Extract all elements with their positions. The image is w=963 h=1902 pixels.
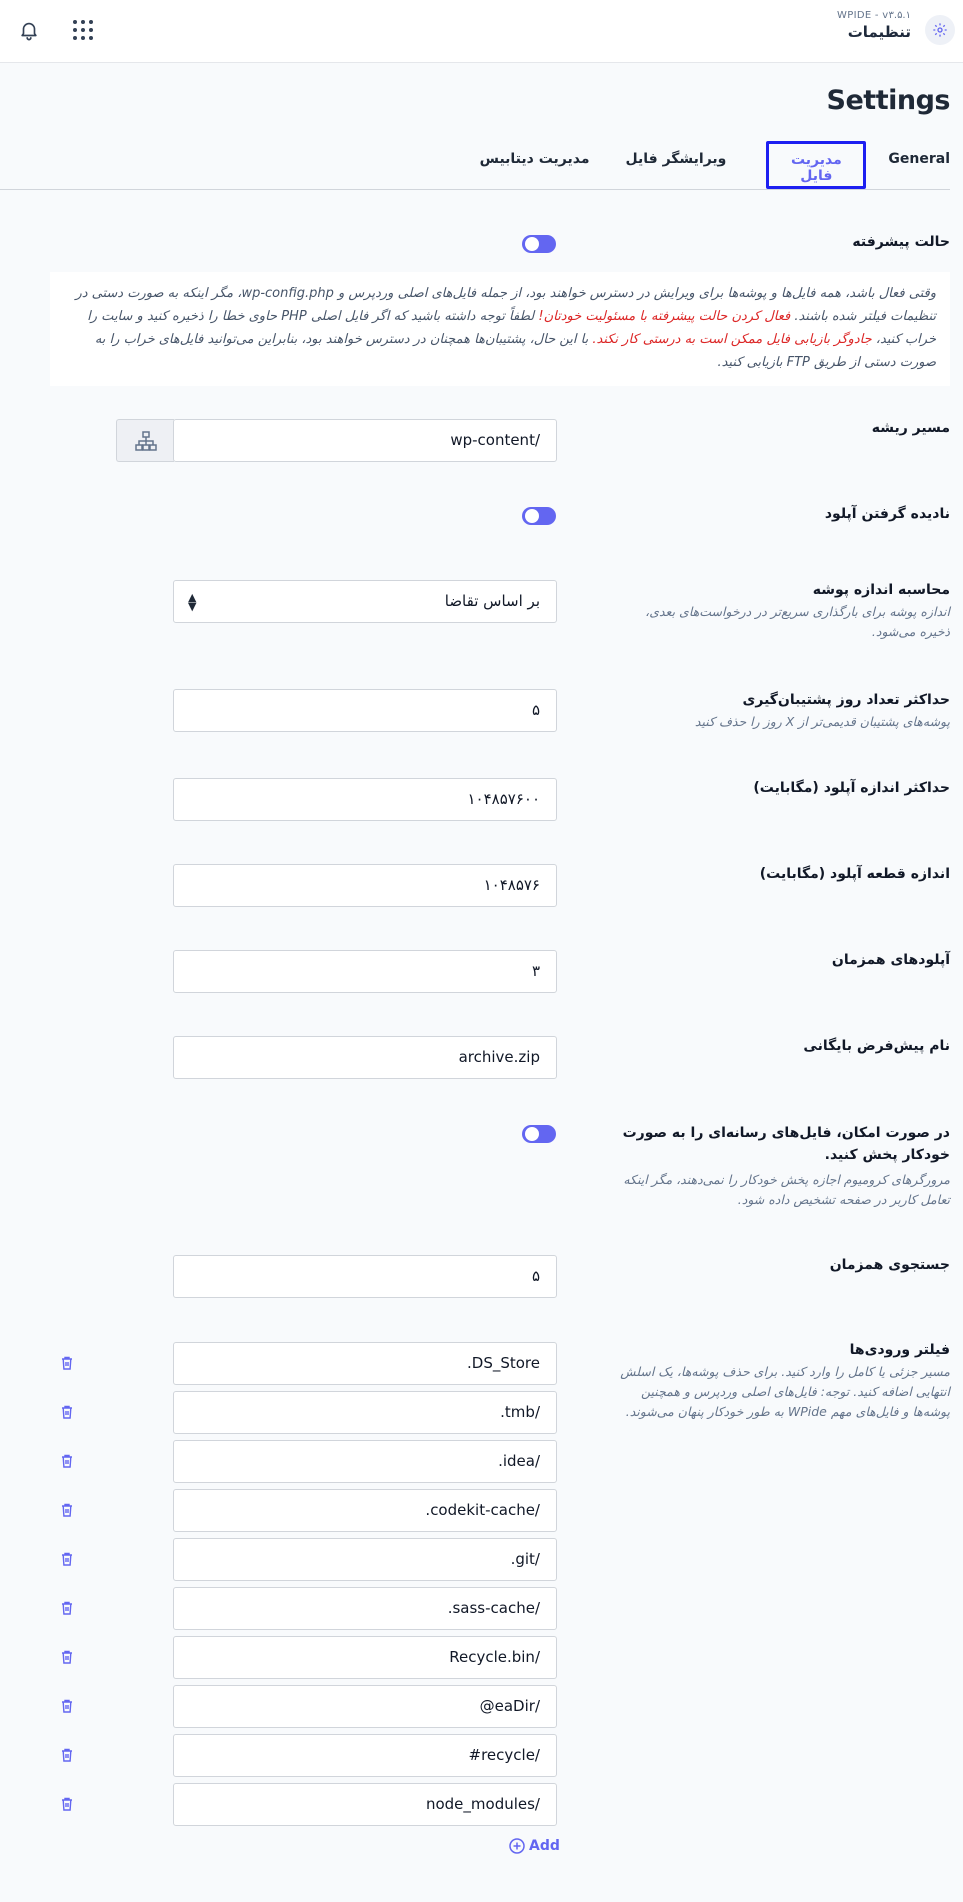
app-title: تنظیمات xyxy=(847,23,911,41)
trash-icon[interactable] xyxy=(60,1502,74,1518)
chunk-size-input[interactable]: ۱۰۴۸۵۷۶ xyxy=(173,864,557,907)
page-title: Settings xyxy=(826,85,951,116)
tab-file-editor[interactable]: ویرایشگر فایل xyxy=(626,141,727,179)
trash-icon[interactable] xyxy=(60,1453,74,1469)
trash-icon[interactable] xyxy=(60,1796,74,1812)
entry-filter-input[interactable]: .sass-cache/ xyxy=(173,1587,557,1630)
concurrent-uploads-label: آپلودهای همزمان xyxy=(831,952,950,968)
advanced-mode-toggle[interactable] xyxy=(522,235,556,253)
tab-bar: General مدیریت فایل ویرایشگر فایل مدیریت… xyxy=(0,141,950,190)
grid-icon[interactable] xyxy=(72,19,94,41)
entry-filters-title: فیلتر ورودی‌ها xyxy=(849,1342,950,1358)
entry-filter-input[interactable]: .codekit-cache/ xyxy=(173,1489,557,1532)
add-filter-button[interactable]: Add xyxy=(509,1838,560,1854)
backup-days-input[interactable]: ۵ xyxy=(173,689,557,732)
autoplay-label: در صورت امکان، فایل‌های رسانه‌ای را به ص… xyxy=(620,1122,950,1210)
ignore-uploads-toggle[interactable] xyxy=(522,507,556,525)
trash-icon[interactable] xyxy=(60,1404,74,1420)
entry-filter-input[interactable]: .idea/ xyxy=(173,1440,557,1483)
folder-size-title: محاسبه اندازه پوشه xyxy=(812,582,950,598)
archive-name-label: نام پیش‌فرض بایگانی xyxy=(803,1038,950,1054)
trash-icon[interactable] xyxy=(60,1698,74,1714)
trash-icon[interactable] xyxy=(60,1649,74,1665)
settings-button[interactable] xyxy=(925,15,955,45)
entry-filter-input[interactable]: node_modules/ xyxy=(173,1783,557,1826)
tab-database-manager[interactable]: مدیریت دیتابیس xyxy=(480,141,590,179)
entry-filter-input[interactable]: @eaDir/ xyxy=(173,1685,557,1728)
entry-filter-input[interactable]: #recycle/ xyxy=(173,1734,557,1777)
plus-circle-icon xyxy=(509,1838,525,1854)
sitemap-icon xyxy=(134,430,157,451)
root-path-browse-button[interactable] xyxy=(116,419,174,462)
root-path-input[interactable]: wp-content/ xyxy=(173,419,557,462)
folder-size-description: اندازه پوشه برای بارگذاری سریع‌تر در درخ… xyxy=(645,604,950,639)
trash-icon[interactable] xyxy=(60,1551,74,1567)
backup-days-label: حداکثر تعداد روز پشتیبان‌گیری پوشه‌های پ… xyxy=(620,692,950,732)
advanced-mode-notice: وقتی فعال باشد، همه فایل‌ها و پوشه‌ها بر… xyxy=(50,272,950,386)
trash-icon[interactable] xyxy=(60,1600,74,1616)
notice-warning-1: فعال کردن حالت پیشرفته با مسئولیت خودتان… xyxy=(538,309,791,324)
top-bar: WPIDE - v۳.۵.۱ تنظیمات xyxy=(0,0,963,63)
entry-filter-input[interactable]: .tmb/ xyxy=(173,1391,557,1434)
ignore-uploads-label: نادیده گرفتن آپلود xyxy=(824,506,950,522)
tab-file-manager[interactable]: مدیریت فایل xyxy=(766,141,867,189)
backup-days-description: پوشه‌های پشتیبان قدیمی‌تر از X روز را حذ… xyxy=(694,714,950,729)
backup-days-title: حداکثر تعداد روز پشتیبان‌گیری xyxy=(742,692,950,708)
autoplay-title: در صورت امکان، فایل‌های رسانه‌ای را به ص… xyxy=(622,1125,950,1163)
entry-filter-input[interactable]: Recycle.bin/ xyxy=(173,1636,557,1679)
concurrent-search-input[interactable]: ۵ xyxy=(173,1255,557,1298)
chunk-size-label: اندازه قطعه آپلود (مگابایت) xyxy=(759,866,950,882)
notice-warning-2: جادوگر بازیابی فایل ممکن است به درستی کا… xyxy=(592,332,872,347)
max-upload-label: حداکثر اندازه آپلود (مگابایت) xyxy=(753,780,950,796)
add-filter-label: Add xyxy=(529,1838,560,1854)
bell-icon[interactable] xyxy=(18,18,40,42)
trash-icon[interactable] xyxy=(60,1355,74,1371)
entry-filter-input[interactable]: .DS_Store xyxy=(173,1342,557,1385)
entry-filters-label: فیلتر ورودی‌ها مسیر جزئی یا کامل را وارد… xyxy=(620,1342,950,1422)
entry-filter-input[interactable]: .git/ xyxy=(173,1538,557,1581)
app-version: WPIDE - v۳.۵.۱ xyxy=(837,10,911,21)
entry-filters-description: مسیر جزئی یا کامل را وارد کنید. برای حذف… xyxy=(620,1364,950,1419)
select-arrows-icon: ▲ ▼ xyxy=(188,591,197,613)
gear-icon xyxy=(933,23,947,37)
advanced-mode-label: حالت پیشرفته xyxy=(852,234,950,250)
folder-size-selected: بر اساس تقاضا xyxy=(444,592,540,610)
trash-icon[interactable] xyxy=(60,1747,74,1763)
root-path-label: مسیر ریشه xyxy=(871,420,950,436)
max-upload-input[interactable]: ۱۰۴۸۵۷۶۰۰ xyxy=(173,778,557,821)
autoplay-description: مرورگرهای کرومیوم اجازه پخش خودکار را نم… xyxy=(623,1172,950,1207)
archive-name-input[interactable]: archive.zip xyxy=(173,1036,557,1079)
tab-general[interactable]: General xyxy=(888,141,950,179)
brand: WPIDE - v۳.۵.۱ تنظیمات xyxy=(837,10,911,41)
autoplay-toggle[interactable] xyxy=(522,1125,556,1143)
folder-size-select[interactable]: بر اساس تقاضا ▲ ▼ xyxy=(173,580,557,623)
concurrent-search-label: جستجوی همزمان xyxy=(829,1257,950,1273)
concurrent-uploads-input[interactable]: ۳ xyxy=(173,950,557,993)
folder-size-label: محاسبه اندازه پوشه اندازه پوشه برای بارگ… xyxy=(620,582,950,642)
